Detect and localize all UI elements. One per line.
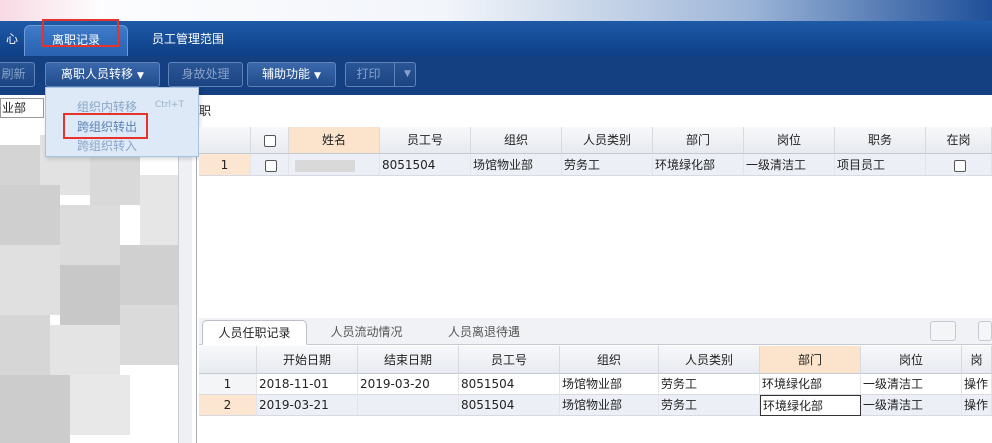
cell-org[interactable]: 场馆物业部 [560,374,659,395]
cell-name[interactable] [289,154,380,176]
highlight-box-tab [42,19,119,47]
cell-category[interactable]: 劳务工 [659,395,760,416]
cell-start-date[interactable]: 2018-11-01 [257,374,358,395]
cell-emp-no[interactable]: 8051504 [459,374,560,395]
blurred-region [0,145,40,185]
panel-label: 职 [199,104,212,118]
row-num-header [199,127,251,154]
refresh-label: 刷新 [1,67,26,81]
blurred-region [70,375,130,435]
blurred-region [60,205,120,265]
cell-dept[interactable]: 环境绿化部 [653,154,744,176]
cell-duty[interactable]: 项目员工 [835,154,926,176]
row-num-header [199,346,257,374]
col-header-category[interactable]: 人员类别 [659,346,760,374]
cell-org[interactable]: 场馆物业部 [560,395,659,416]
org-select[interactable]: 业部 [0,98,44,118]
row-checkbox-cell [251,154,289,176]
cell-post[interactable]: 一级清洁工 [744,154,835,176]
col-header-extra[interactable]: 岗 [962,346,992,374]
col-header-post[interactable]: 岗位 [861,346,962,374]
col-header-duty[interactable]: 职务 [835,127,926,154]
highlight-box-menu [63,113,148,139]
split-divider [394,63,395,86]
blurred-name [295,159,355,172]
cell-category[interactable]: 劳务工 [562,154,653,176]
col-header-dept[interactable]: 部门 [760,346,861,374]
row-checkbox[interactable] [264,159,277,172]
cell-category[interactable]: 劳务工 [659,374,760,395]
col-header-emp-no[interactable]: 员工号 [380,127,471,154]
col-header-end-date[interactable]: 结束日期 [358,346,459,374]
on-duty-checkbox[interactable] [953,159,966,172]
cell-org[interactable]: 场馆物业部 [471,154,562,176]
tab-employment-records[interactable]: 人员任职记录 [202,320,307,345]
row-number: 1 [199,374,257,395]
col-header-post[interactable]: 岗位 [744,127,835,154]
blurred-region [120,245,178,305]
select-all-checkbox[interactable] [263,134,276,147]
col-header-emp-no[interactable]: 员工号 [459,346,560,374]
death-handling-button[interactable]: 身故处理 [168,62,243,87]
cell-post[interactable]: 一级清洁工 [861,374,962,395]
chevron-down-icon: ▼ [137,71,144,81]
cell-extra[interactable]: 操作 [962,374,992,395]
blurred-region [120,305,178,365]
banner-logo-area [0,0,100,21]
chevron-down-icon: ▼ [314,71,321,81]
col-header-category[interactable]: 人员类别 [562,127,653,154]
detail-tabs: 人员任职记录 人员流动情况 人员离退待遇 [199,318,992,345]
tab-bar: 心 离职记录 员工管理范围 [0,21,992,56]
cell-end-date[interactable]: 2019-03-20 [358,374,459,395]
cell-on-duty [926,154,992,176]
menu-item-cross-org-in[interactable]: 跨组织转入 [77,137,137,154]
cell-post[interactable]: 一级清洁工 [861,395,962,416]
col-header-start-date[interactable]: 开始日期 [257,346,358,374]
transfer-dropdown-button[interactable]: 离职人员转移 ▼ [45,62,160,87]
cell-dept[interactable]: 环境绿化部 [760,374,861,395]
print-label: 打印 [356,67,381,81]
transfer-label: 离职人员转移 [61,67,134,81]
col-header-name[interactable]: 姓名 [289,127,380,154]
row-number: 2 [199,395,257,416]
tab-retirement-benefits[interactable]: 人员离退待遇 [429,320,539,345]
assist-dropdown-button[interactable]: 辅助功能 ▼ [247,62,336,87]
col-header-dept[interactable]: 部门 [653,127,744,154]
col-header-org[interactable]: 组织 [560,346,659,374]
blurred-region [50,325,120,375]
tab-mobility[interactable]: 人员流动情况 [319,320,414,345]
blurred-region [60,265,120,325]
death-label: 身故处理 [181,67,230,81]
edit-row-icon[interactable] [978,321,992,341]
blurred-region [0,375,70,443]
tab-employee-scope[interactable]: 员工管理范围 [142,25,234,56]
blurred-region [0,315,50,375]
assist-label: 辅助功能 [262,67,311,81]
select-all-header [251,127,289,154]
add-row-icon[interactable] [930,321,956,341]
cell-end-date[interactable] [358,395,459,416]
cell-start-date[interactable]: 2019-03-21 [257,395,358,416]
cell-emp-no[interactable]: 8051504 [380,154,471,176]
cell-dept-selected[interactable]: 环境绿化部 [760,395,861,416]
blurred-region [90,155,140,205]
cell-extra[interactable]: 操作 [962,395,992,416]
blurred-region [140,175,178,245]
app-banner [0,0,992,21]
cell-emp-no[interactable]: 8051504 [459,395,560,416]
row-number: 1 [199,154,251,176]
col-header-on-duty[interactable]: 在岗 [926,127,992,154]
menu-shortcut: Ctrl+T [155,100,185,110]
chevron-down-icon[interactable]: ▼ [404,63,411,86]
print-button[interactable]: 打印 ▼ [345,62,416,87]
tree-scrollbar[interactable] [178,125,192,443]
col-header-org[interactable]: 组织 [471,127,562,154]
blurred-region [0,245,60,315]
refresh-button[interactable]: 刷新 [0,62,35,87]
blurred-region [0,185,60,245]
